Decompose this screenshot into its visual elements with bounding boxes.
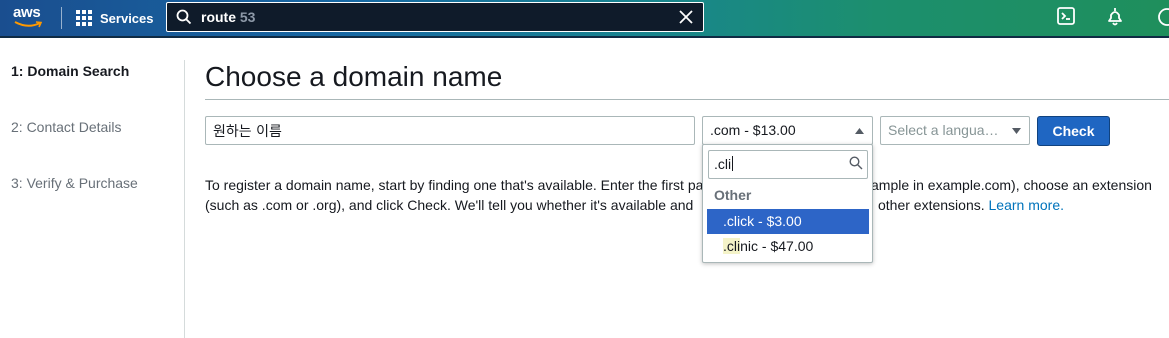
aws-logo[interactable]: aws	[12, 4, 48, 32]
search-query: route 53	[201, 9, 256, 25]
aws-logo-text: aws	[13, 4, 41, 21]
notifications-bell-icon[interactable]	[1105, 7, 1125, 27]
grid-menu-icon	[76, 10, 92, 26]
search-icon	[849, 156, 863, 170]
step-domain-search[interactable]: 1: Domain Search	[11, 63, 129, 79]
title-divider	[205, 99, 1169, 100]
global-search-input[interactable]: route 53	[166, 2, 704, 32]
description-line-2b: other extensions. Learn more.	[878, 197, 1064, 213]
extension-option-clinic[interactable]: .clinic - $47.00	[707, 234, 869, 259]
option-group-label: Other	[714, 187, 752, 203]
extension-filter-input[interactable]: .cli	[708, 150, 868, 179]
text-cursor	[732, 156, 734, 171]
description-line-2a: (such as .com or .org), and click Check.…	[205, 197, 694, 213]
sidebar-divider	[184, 60, 185, 338]
extension-dropdown: .cli Other .click - $3.00 .clinic - $47.…	[702, 144, 873, 263]
extension-filter-value: .cli	[714, 156, 732, 172]
step-contact-details[interactable]: 2: Contact Details	[11, 119, 122, 135]
cloudshell-icon[interactable]	[1057, 7, 1075, 25]
description-line-1b: ample in example.com), choose an extensi…	[871, 177, 1152, 193]
language-select[interactable]: Select a langua…	[880, 116, 1030, 145]
extension-option-click[interactable]: .click - $3.00	[707, 209, 869, 234]
learn-more-link[interactable]: Learn more.	[989, 197, 1064, 213]
domain-name-input[interactable]: 원하는 이름	[205, 116, 695, 145]
services-menu-button[interactable]: Services	[76, 6, 154, 30]
extension-select-value: .com - $13.00	[710, 122, 796, 138]
topbar-bottom-border	[0, 36, 1169, 38]
nav-divider	[61, 7, 62, 29]
search-autocomplete-suffix: 53	[236, 9, 256, 25]
language-select-placeholder: Select a langua…	[888, 122, 999, 138]
clear-search-icon[interactable]	[679, 10, 693, 24]
help-icon[interactable]	[1157, 7, 1169, 27]
page-title: Choose a domain name	[205, 61, 503, 92]
services-label: Services	[100, 10, 154, 26]
caret-up-icon	[855, 128, 864, 134]
description-line-1a: To register a domain name, start by find…	[205, 177, 704, 193]
aws-smile-icon	[14, 21, 43, 28]
caret-down-icon	[1012, 128, 1021, 134]
step-verify-purchase[interactable]: 3: Verify & Purchase	[11, 175, 138, 191]
check-button[interactable]: Check	[1037, 116, 1110, 146]
top-navigation-bar: aws Services route 53	[0, 0, 1169, 36]
extension-select[interactable]: .com - $13.00	[702, 116, 873, 145]
search-icon	[176, 9, 192, 25]
